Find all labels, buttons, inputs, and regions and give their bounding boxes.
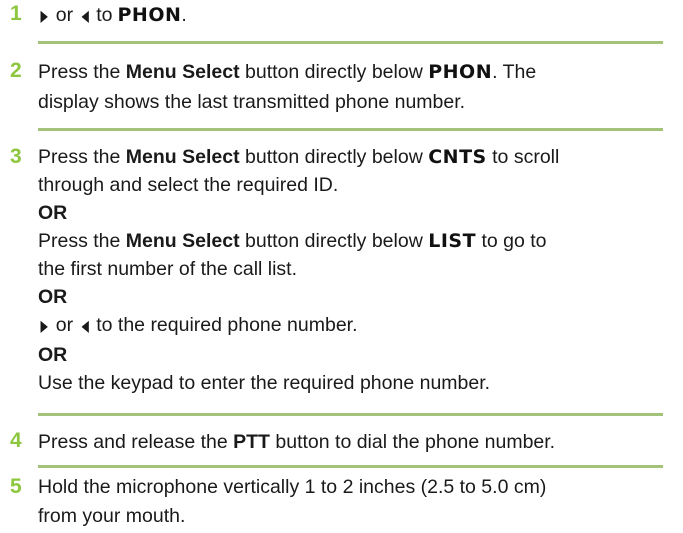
divider <box>38 465 663 468</box>
text: Press and release the <box>38 431 228 453</box>
step-text: ▶ or ◀ to PHON. <box>38 0 663 32</box>
step-line: Press the Menu Select button directly be… <box>38 143 663 171</box>
procedure-steps: 1 ▶ or ◀ to PHON. 2 Press the Menu Select… <box>0 0 683 533</box>
or-word: or <box>55 4 74 26</box>
step-text: Press and release the PTT button to dial… <box>38 427 663 457</box>
right-arrow-icon: ▶ <box>40 318 48 335</box>
step-line: through and select the required ID. <box>38 174 339 196</box>
step-number: 1 <box>10 2 22 25</box>
step-line: the first number of the call list. <box>38 258 298 280</box>
left-arrow-icon: ◀ <box>80 8 89 25</box>
divider <box>38 41 663 44</box>
step-text: Hold the microphone vertically 1 to 2 in… <box>38 473 663 531</box>
step-number: 3 <box>10 145 22 168</box>
step-end: . <box>181 4 187 26</box>
text: to the required phone number. <box>96 314 358 336</box>
text: button directly below <box>245 230 423 252</box>
display-key-list: LIST <box>428 230 477 252</box>
step-line: ▶ or ◀ to the required phone number. <box>38 311 663 341</box>
text: Press the <box>38 230 121 252</box>
step-line: from your mouth. <box>38 505 186 527</box>
step-number: 2 <box>10 59 22 82</box>
step-line: Press the Menu Select button directly be… <box>38 57 663 87</box>
step-number: 4 <box>10 429 22 452</box>
step-line: display shows the last transmitted phone… <box>38 91 466 113</box>
to-word: to <box>96 4 113 26</box>
text: button directly below <box>245 146 423 168</box>
step-line: Use the keypad to enter the required pho… <box>38 372 491 394</box>
divider <box>38 128 663 131</box>
step-text: Press the Menu Select button directly be… <box>38 143 663 397</box>
step-line: Press the Menu Select button directly be… <box>38 227 663 255</box>
display-key-cnts: CNTS <box>428 146 487 168</box>
menu-select-label: Menu Select <box>125 61 240 83</box>
right-arrow-icon: ▶ <box>40 8 48 25</box>
display-key-phon: PHON <box>117 4 182 26</box>
menu-select-label: Menu Select <box>125 146 240 168</box>
text: to go to <box>481 230 547 252</box>
text: Press the <box>38 146 121 168</box>
text: Press the <box>38 61 121 83</box>
text: button directly below <box>245 61 423 83</box>
divider <box>38 413 663 416</box>
text: or <box>55 314 74 336</box>
step-text: Press the Menu Select button directly be… <box>38 57 663 117</box>
left-arrow-icon: ◀ <box>80 318 89 335</box>
text: to scroll <box>492 146 560 168</box>
display-key-phon: PHON <box>428 61 493 83</box>
or-separator: OR <box>38 286 68 308</box>
or-separator: OR <box>38 202 68 224</box>
step-line: Hold the microphone vertically 1 to 2 in… <box>38 476 547 498</box>
menu-select-label: Menu Select <box>125 230 240 252</box>
step-number: 5 <box>10 475 22 498</box>
ptt-label: PTT <box>233 431 270 453</box>
text: . The <box>492 61 537 83</box>
or-separator: OR <box>38 344 68 366</box>
text: button to dial the phone number. <box>275 431 556 453</box>
